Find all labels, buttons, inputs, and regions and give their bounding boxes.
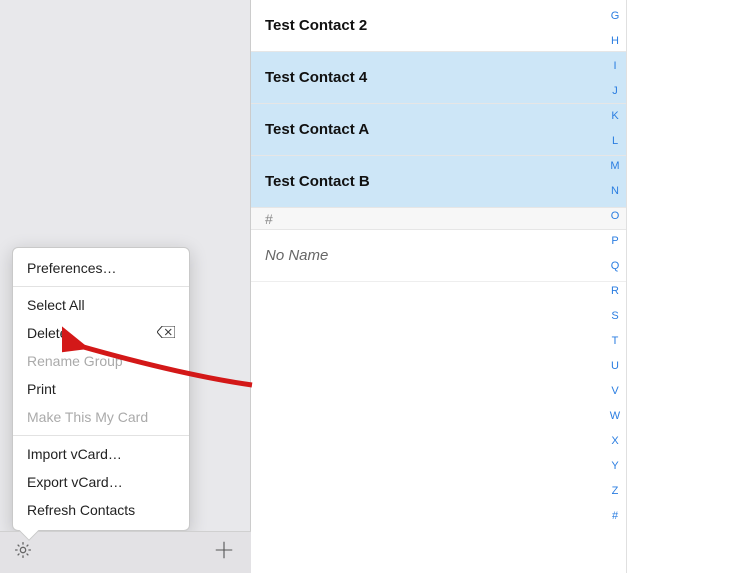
- gear-icon: [13, 540, 33, 565]
- contact-row[interactable]: Test Contact 4: [251, 52, 626, 104]
- menu-label: Delete: [27, 325, 67, 341]
- menu-rename-group: Rename Group: [13, 347, 189, 375]
- menu-make-my-card: Make This My Card: [13, 403, 189, 431]
- menu-export-vcard[interactable]: Export vCard…: [13, 468, 189, 496]
- menu-label: Print: [27, 381, 56, 397]
- settings-button[interactable]: [8, 538, 38, 568]
- settings-context-menu: Preferences… Select All Delete Rename Gr…: [12, 247, 190, 531]
- index-letter[interactable]: L: [612, 129, 618, 154]
- index-letter[interactable]: V: [611, 379, 618, 404]
- index-letter[interactable]: O: [611, 204, 620, 229]
- contact-name: No Name: [265, 247, 328, 264]
- section-header-label: #: [265, 211, 273, 227]
- index-letter[interactable]: I: [613, 54, 616, 79]
- index-letter[interactable]: Z: [612, 479, 619, 504]
- contact-row[interactable]: Test Contact A: [251, 104, 626, 156]
- plus-icon: [213, 537, 235, 568]
- contact-name: Test Contact B: [265, 173, 370, 190]
- menu-label: Make This My Card: [27, 409, 148, 425]
- index-letter[interactable]: Q: [611, 254, 620, 279]
- index-letter[interactable]: R: [611, 279, 619, 304]
- index-letter[interactable]: H: [611, 29, 619, 54]
- menu-separator: [13, 286, 189, 287]
- index-letter[interactable]: W: [610, 404, 620, 429]
- contact-name: Test Contact 2: [265, 17, 367, 34]
- menu-select-all[interactable]: Select All: [13, 291, 189, 319]
- menu-separator: [13, 435, 189, 436]
- detail-panel: [627, 0, 736, 573]
- index-letter[interactable]: J: [612, 79, 618, 104]
- contact-row-noname[interactable]: No Name: [251, 230, 626, 282]
- index-letter[interactable]: N: [611, 179, 619, 204]
- contact-row[interactable]: Test Contact B: [251, 156, 626, 208]
- backspace-icon: [157, 325, 175, 341]
- index-letter[interactable]: #: [612, 504, 618, 529]
- index-letter[interactable]: Y: [611, 454, 618, 479]
- menu-print[interactable]: Print: [13, 375, 189, 403]
- menu-delete[interactable]: Delete: [13, 319, 189, 347]
- index-letter[interactable]: T: [612, 329, 619, 354]
- index-strip: G H I J K L M N O P Q R S T U V W X Y Z …: [608, 4, 622, 529]
- menu-import-vcard[interactable]: Import vCard…: [13, 440, 189, 468]
- contact-name: Test Contact 4: [265, 69, 367, 86]
- menu-preferences[interactable]: Preferences…: [13, 254, 189, 282]
- index-letter[interactable]: M: [610, 154, 619, 179]
- menu-refresh-contacts[interactable]: Refresh Contacts: [13, 496, 189, 524]
- index-letter[interactable]: G: [611, 4, 620, 29]
- menu-label: Rename Group: [27, 353, 123, 369]
- menu-label: Export vCard…: [27, 474, 123, 490]
- index-letter[interactable]: P: [611, 229, 618, 254]
- menu-label: Preferences…: [27, 260, 116, 276]
- add-button[interactable]: [209, 538, 239, 568]
- menu-label: Select All: [27, 297, 85, 313]
- index-letter[interactable]: K: [611, 104, 618, 129]
- section-header: #: [251, 208, 626, 230]
- sidebar-toolbar: [0, 531, 251, 573]
- index-letter[interactable]: S: [611, 304, 618, 329]
- menu-label: Import vCard…: [27, 446, 122, 462]
- menu-label: Refresh Contacts: [27, 502, 135, 518]
- index-letter[interactable]: X: [611, 429, 618, 454]
- index-letter[interactable]: U: [611, 354, 619, 379]
- contact-row[interactable]: Test Contact 2: [251, 0, 626, 52]
- contact-name: Test Contact A: [265, 121, 369, 138]
- contacts-list: Test Contact 2 Test Contact 4 Test Conta…: [251, 0, 627, 573]
